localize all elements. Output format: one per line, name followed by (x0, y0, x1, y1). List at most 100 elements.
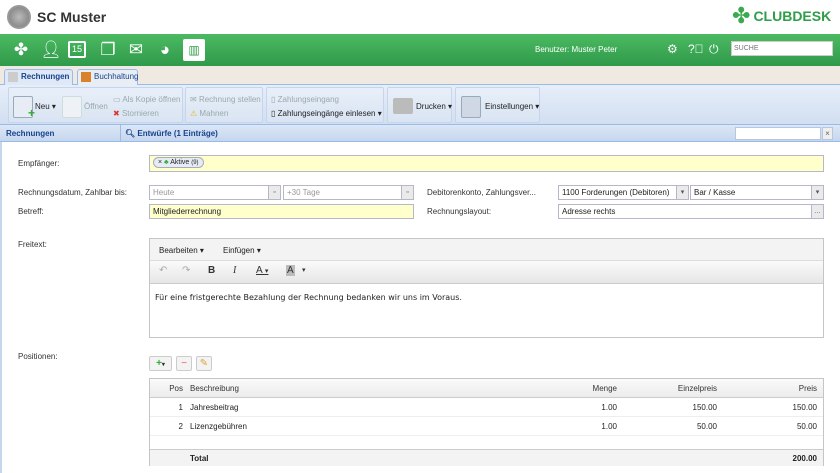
search-doc-icon: 🔍︎ (125, 129, 136, 138)
cell-pos: 1 (178, 403, 183, 412)
ribbon-toolbar: + Neu ▾ Öffnen ▭ Als Kopie öffnen ✖ Stor… (0, 85, 840, 125)
background-color-icon[interactable]: A (286, 265, 295, 276)
calendar-picker-icon[interactable]: ▫ (268, 186, 280, 199)
club-logo (7, 5, 31, 29)
clear-filter-button[interactable]: × (822, 127, 833, 140)
module-tabs: Rechnungen Buchhaltung (0, 66, 840, 85)
issue-invoice-button[interactable]: ✉ Rechnung stellen (190, 95, 261, 104)
total-value: 200.00 (792, 454, 817, 463)
bold-icon[interactable]: B (208, 265, 215, 276)
menu-insert[interactable]: Einfügen ▾ (223, 246, 261, 255)
clover-logo-icon: ✤ (732, 3, 751, 28)
ribbon-group-issue: ✉ Rechnung stellen ⚠ Mahnen (185, 87, 263, 123)
positions-label: Positionen: (18, 352, 58, 361)
open-copy-button[interactable]: ▭ Als Kopie öffnen (113, 95, 180, 104)
col-pos[interactable]: Pos (169, 384, 183, 393)
chevron-down-icon[interactable]: ▾ (811, 186, 823, 199)
cell-quantity: 1.00 (601, 422, 617, 431)
recipient-label: Empfänger: (18, 159, 60, 168)
col-description[interactable]: Beschreibung (190, 384, 239, 393)
freetext-label: Freitext: (18, 240, 47, 249)
cell-unit-price: 150.00 (692, 403, 717, 412)
accounting-icon[interactable]: ▥ (183, 39, 205, 61)
person-icon[interactable]: 👤︎ (40, 39, 62, 61)
new-button[interactable]: Neu ▾ (35, 102, 56, 111)
mail-icon[interactable]: ✉ (125, 39, 147, 61)
tab-label: Buchhaltung (94, 72, 139, 81)
import-payments-button[interactable]: ▯ Zahlungseingänge einlesen ▾ (271, 109, 382, 118)
cell-description: Jahresbeitrag (190, 403, 239, 412)
table-header: Pos Beschreibung Menge Einzelpreis Preis (150, 379, 823, 398)
settings-chart-icon (461, 96, 481, 118)
cell-pos: 2 (178, 422, 183, 431)
undo-icon[interactable]: ↶ (159, 265, 167, 276)
remind-button[interactable]: ⚠ Mahnen (190, 109, 228, 118)
calendar-picker-icon[interactable]: ▫ (401, 186, 413, 199)
cell-description: Lizenzgebühren (190, 422, 247, 431)
power-icon[interactable]: ⏻ (709, 42, 719, 57)
cell-price: 150.00 (792, 403, 817, 412)
documents-icon[interactable]: ❐ (97, 39, 119, 61)
print-button[interactable]: Drucken ▾ (416, 102, 452, 111)
tab-rechnungen[interactable]: Rechnungen (4, 69, 73, 85)
chevron-down-icon[interactable]: ▾ (302, 266, 306, 274)
account-label: Debitorenkonto, Zahlungsver... (427, 188, 536, 197)
help-icon[interactable]: ?⃝ (688, 42, 704, 56)
chevron-down-icon[interactable]: ▾ (676, 186, 688, 199)
current-user: Benutzer: Muster Peter (535, 45, 618, 54)
col-price[interactable]: Preis (799, 384, 817, 393)
table-row[interactable]: 1 Jahresbeitrag 1.00 150.00 150.00 (150, 398, 823, 417)
col-quantity[interactable]: Menge (593, 384, 617, 393)
ribbon-group-print: Drucken ▾ (387, 87, 452, 123)
text-color-icon[interactable]: A ▾ (256, 265, 268, 276)
calendar-icon[interactable]: 15 (68, 41, 86, 58)
payment-method-select[interactable]: Bar / Kasse ▾ (690, 185, 824, 200)
left-border (0, 142, 2, 473)
ribbon-group-settings: Einstellungen ▾ (455, 87, 540, 123)
subject-label: Betreff: (18, 207, 44, 216)
clover-icon[interactable]: ✤ (10, 39, 32, 61)
tab-buchhaltung[interactable]: Buchhaltung (77, 69, 138, 85)
more-icon[interactable]: … (811, 205, 823, 218)
menu-edit[interactable]: Bearbeiten ▾ (159, 246, 204, 255)
app-title: SC Muster (37, 9, 107, 25)
payment-button[interactable]: ▯ Zahlungseingang (271, 95, 339, 104)
account-select[interactable]: 1100 Forderungen (Debitoren) ▾ (558, 185, 689, 200)
editor-toolbar: ↶ ↷ B I A ▾ A ▾ (150, 261, 823, 284)
layout-field[interactable]: Adresse rechts… (558, 204, 824, 219)
app-header: SC Muster ✤ CLUBDESK (0, 0, 840, 34)
cancel-invoice-button[interactable]: ✖ Stornieren (113, 109, 159, 118)
brand-name: CLUBDESK (753, 8, 832, 24)
recipient-tag[interactable]: × ♣ Aktive (9) (153, 157, 204, 168)
invoice-icon (8, 72, 18, 82)
recipient-field[interactable]: × ♣ Aktive (9) (149, 155, 824, 172)
freetext-content[interactable]: Für eine fristgerechte Bezahlung der Rec… (155, 293, 462, 302)
table-row[interactable]: 2 Lizenzgebühren 1.00 50.00 50.00 (150, 417, 823, 436)
panel-left-title: Rechnungen (0, 125, 121, 142)
cell-price: 50.00 (796, 422, 817, 431)
search-input[interactable] (731, 41, 833, 56)
due-date-field[interactable]: +30 Tage ▫ (283, 185, 414, 200)
ribbon-group-payments: ▯ Zahlungseingang ▯ Zahlungseingänge ein… (266, 87, 384, 123)
group-icon: ♣ (164, 159, 169, 166)
table-total-row: Total 200.00 (150, 449, 823, 466)
globe-icon[interactable]: ◕ (154, 39, 176, 61)
edit-position-button[interactable]: ✎ (196, 356, 212, 371)
ledger-icon (81, 72, 91, 82)
positions-table: Pos Beschreibung Menge Einzelpreis Preis… (149, 378, 824, 466)
gear-icon[interactable]: ⚙ (667, 42, 678, 56)
invoice-date-field[interactable]: Heute ▫ (149, 185, 281, 200)
editor-menubar: Bearbeiten ▾ Einfügen ▾ (150, 239, 823, 261)
add-position-button[interactable]: +▾ (149, 356, 172, 371)
subject-field[interactable]: Mitgliederrechnung (149, 204, 414, 219)
date-label: Rechnungsdatum, Zahlbar bis: (18, 188, 127, 197)
italic-icon[interactable]: I (233, 265, 236, 276)
total-label: Total (190, 454, 209, 463)
remove-position-button[interactable]: − (176, 356, 192, 371)
edit-icon (62, 96, 82, 118)
panel-filter-input[interactable] (735, 127, 821, 140)
redo-icon[interactable]: ↷ (182, 265, 190, 276)
settings-button[interactable]: Einstellungen ▾ (485, 102, 539, 111)
col-unit-price[interactable]: Einzelpreis (678, 384, 717, 393)
open-button[interactable]: Öffnen (84, 102, 108, 111)
